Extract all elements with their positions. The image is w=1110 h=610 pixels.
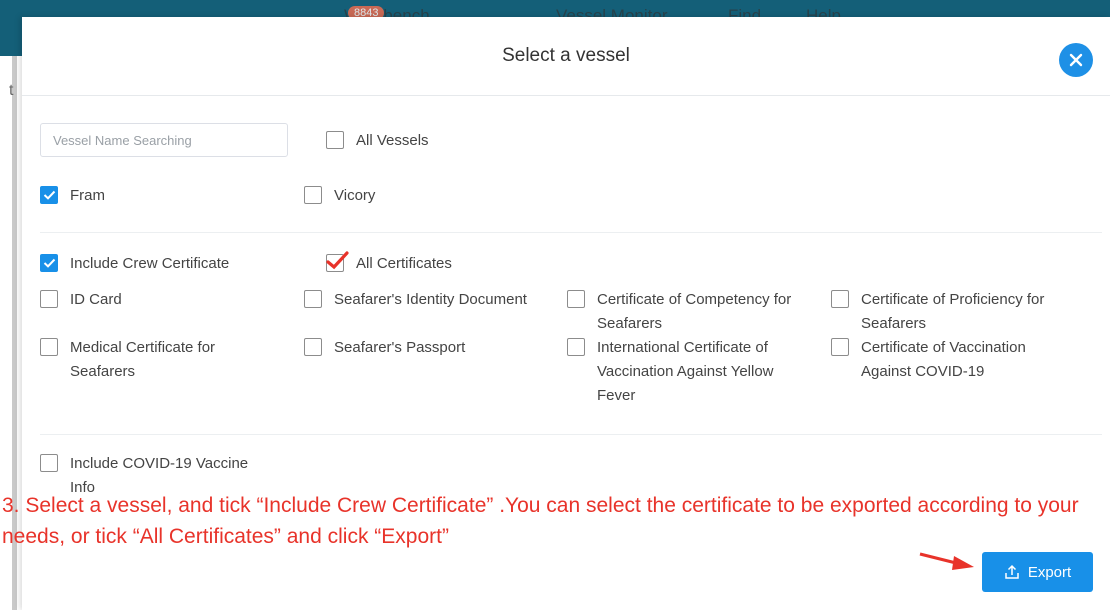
- export-button-label: Export: [1027, 563, 1072, 581]
- checkbox-box: [326, 131, 344, 149]
- certificate-checkbox-competency[interactable]: Certificate of Competency for Seafarers: [567, 288, 817, 336]
- checkbox-box: [304, 290, 322, 308]
- checkbox-label: Fram: [70, 187, 105, 204]
- dialog-header: Select a vessel: [22, 17, 1110, 96]
- checkbox-box: [304, 338, 322, 356]
- tutorial-annotation: 3. Select a vessel, and tick “Include Cr…: [2, 494, 1079, 548]
- check-icon: [43, 190, 56, 200]
- section-divider: [40, 434, 1102, 435]
- app-left-text-fragment: t: [9, 82, 14, 99]
- certificate-checkbox-medical[interactable]: Medical Certificate for Seafarers: [40, 336, 240, 384]
- checkbox-label: Seafarer's Passport: [334, 339, 466, 356]
- checkbox-box: [831, 338, 849, 356]
- vessel-search-input[interactable]: [40, 123, 288, 157]
- checkbox-box: [40, 254, 58, 272]
- check-icon: [43, 258, 56, 268]
- checkbox-box: [567, 338, 585, 356]
- certificate-checkbox-proficiency[interactable]: Certificate of Proficiency for Seafarers: [831, 288, 1076, 336]
- export-button[interactable]: Export: [982, 552, 1093, 592]
- checkbox-box: [40, 290, 58, 308]
- certificate-checkbox-yellow-fever[interactable]: International Certificate of Vaccination…: [567, 336, 802, 408]
- section-divider: [40, 232, 1102, 233]
- certificate-checkbox-seafarer-identity-document[interactable]: Seafarer's Identity Document: [304, 288, 562, 312]
- checkbox-label: All Vessels: [356, 132, 429, 149]
- checkbox-label: Certificate of Competency for Seafarers: [597, 291, 792, 332]
- all-vessels-checkbox[interactable]: All Vessels: [326, 129, 429, 153]
- checkbox-label: Seafarer's Identity Document: [334, 291, 527, 308]
- certificate-checkbox-covid-vaccination[interactable]: Certificate of Vaccination Against COVID…: [831, 336, 1051, 384]
- checkbox-box: [326, 251, 349, 272]
- certificate-checkbox-id-card[interactable]: ID Card: [40, 288, 270, 312]
- checkbox-box: [40, 454, 58, 472]
- checkbox-label: International Certificate of Vaccination…: [597, 339, 774, 404]
- checkbox-label: Medical Certificate for Seafarers: [70, 339, 216, 380]
- checkbox-label: Include Crew Certificate: [70, 255, 230, 272]
- checkbox-box: [831, 290, 849, 308]
- checkbox-box: [40, 186, 58, 204]
- checkbox-label: Certificate of Vaccination Against COVID…: [861, 339, 1026, 380]
- annotation-arrow-icon: [919, 552, 974, 570]
- dialog-title: Select a vessel: [502, 45, 630, 66]
- checkbox-box: [40, 338, 58, 356]
- checkbox-label: Vicory: [334, 187, 376, 204]
- checkbox-label: All Certificates: [356, 255, 452, 272]
- close-icon: [1069, 53, 1083, 67]
- checkbox-box: [567, 290, 585, 308]
- checkbox-label: Certificate of Proficiency for Seafarers: [861, 291, 1045, 332]
- upload-icon: [1005, 564, 1019, 579]
- include-crew-certificate-checkbox[interactable]: Include Crew Certificate: [40, 252, 229, 276]
- all-certificates-checkbox[interactable]: All Certificates: [326, 251, 452, 276]
- close-button[interactable]: [1059, 43, 1093, 77]
- checkbox-label: ID Card: [70, 291, 122, 308]
- certificate-checkbox-seafarer-passport[interactable]: Seafarer's Passport: [304, 336, 534, 360]
- red-check-mark-icon: [326, 251, 349, 270]
- vessel-checkbox-fram[interactable]: Fram: [40, 184, 105, 208]
- vessel-checkbox-vicory[interactable]: Vicory: [304, 184, 375, 208]
- checkbox-box: [304, 186, 322, 204]
